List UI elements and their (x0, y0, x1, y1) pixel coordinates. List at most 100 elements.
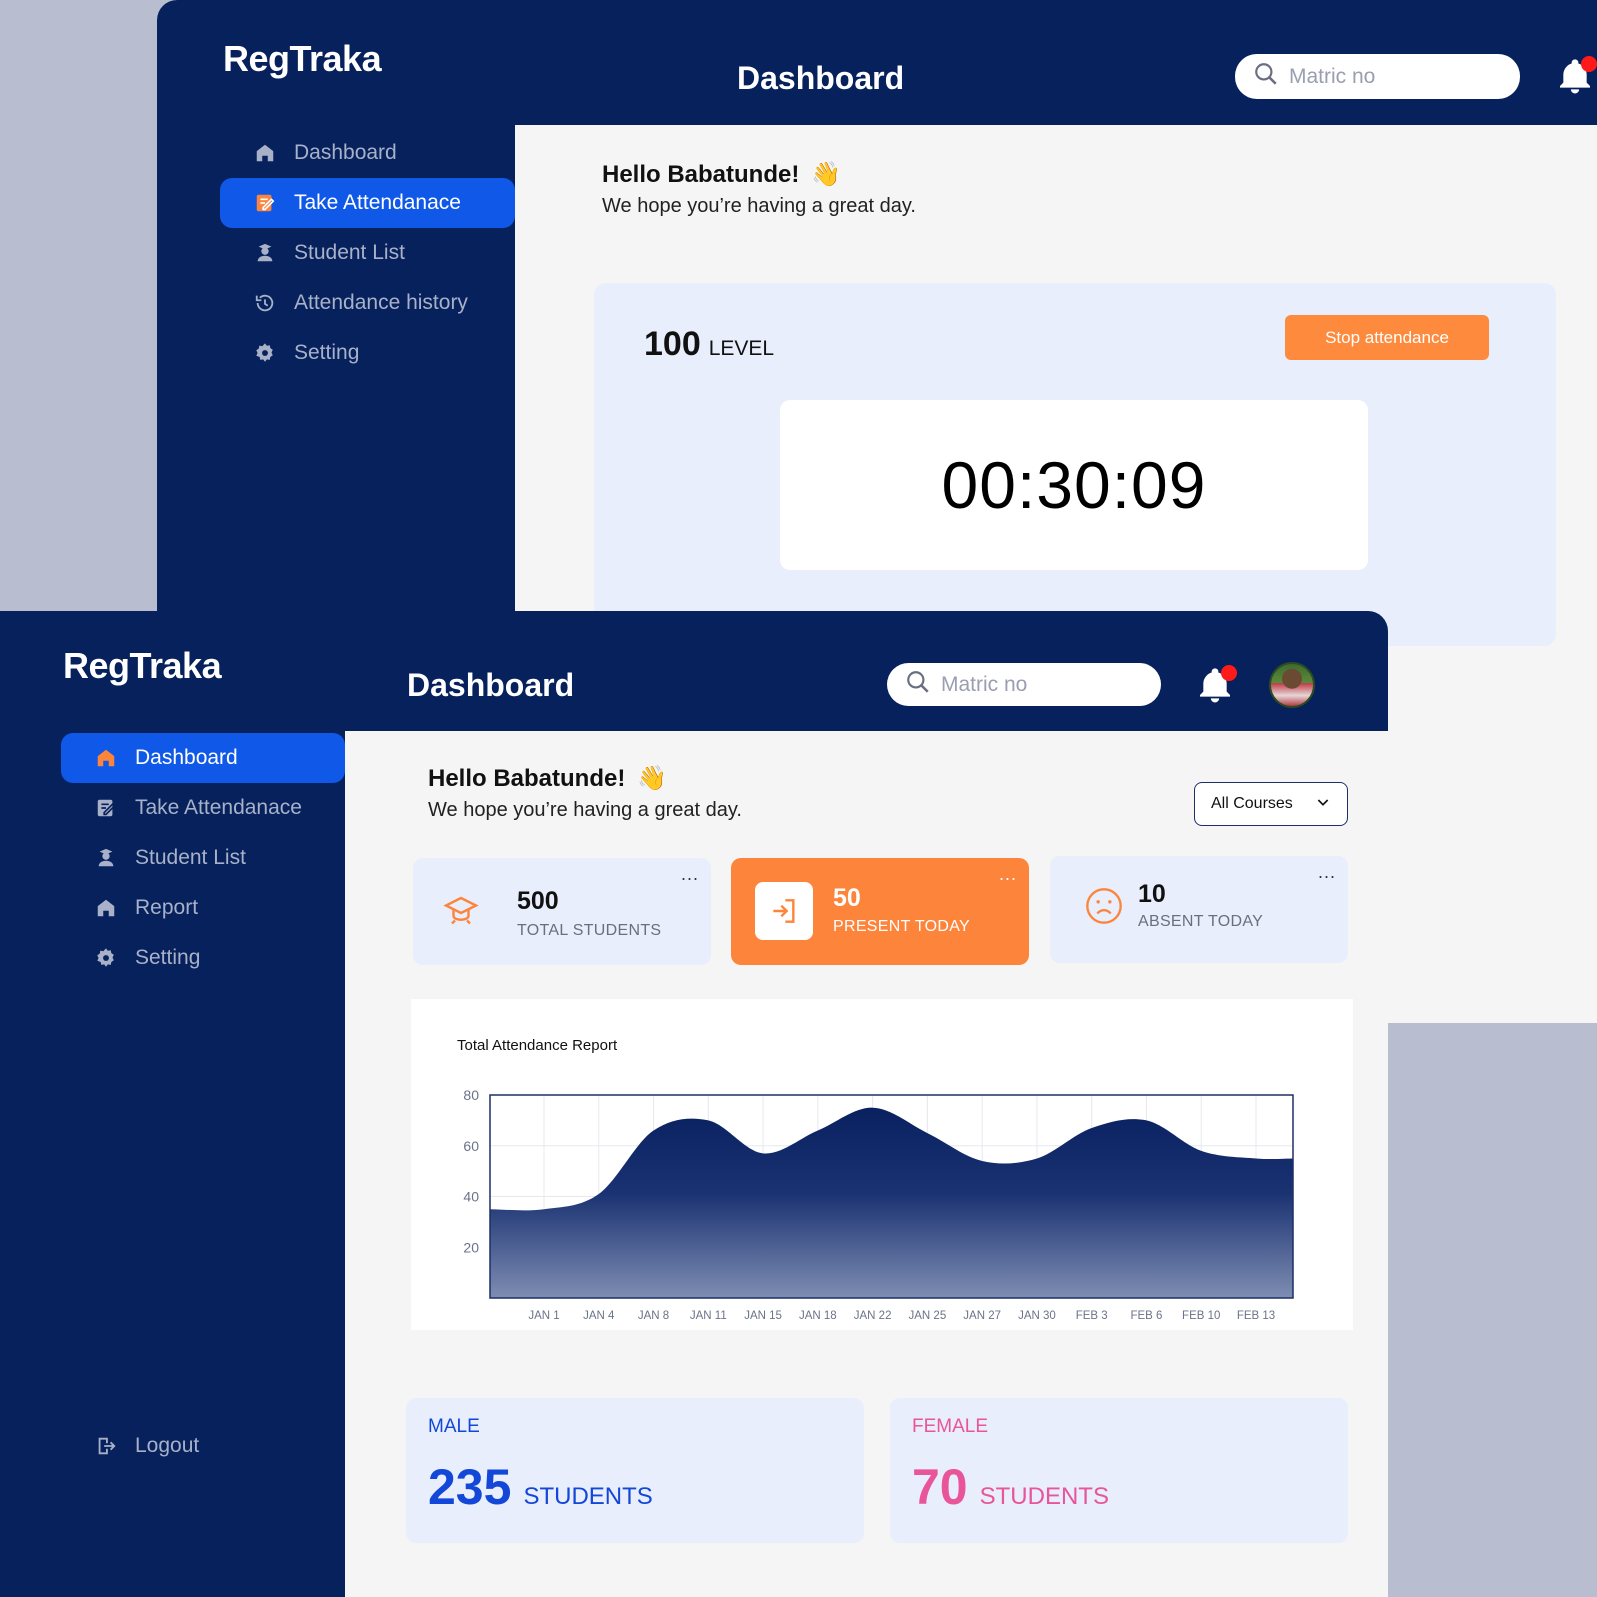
more-options-icon[interactable]: ... (1318, 862, 1336, 883)
sidebar-item-label: Report (135, 896, 199, 919)
sidebar-item-student-list[interactable]: Student List (220, 228, 515, 278)
stat-value: 50 (833, 884, 861, 912)
sidebar-item-label: Dashboard (294, 141, 397, 164)
female-count: 70 (912, 1459, 968, 1515)
sidebar-nav: Dashboard Take Attendanace Student List … (61, 733, 345, 983)
attendance-chart: 20 40 60 80 JAN 1 JAN 4 JAN 8 JAN 11 JAN 15 JAN 1… (463, 1087, 1294, 1322)
search-placeholder: Matric no (941, 672, 1028, 696)
more-options-icon[interactable]: ... (681, 864, 699, 885)
search-input[interactable]: Matric no (1235, 54, 1520, 99)
sidebar: RegTraka Dashboard Take Attendanace Stud… (0, 611, 345, 1597)
sidebar-nav: Dashboard Take Attendanace Student List … (220, 128, 515, 378)
notification-dot (1221, 665, 1237, 681)
sidebar-item-setting[interactable]: Setting (220, 328, 515, 378)
course-filter-value: All Courses (1211, 795, 1293, 812)
x-tick-label: JAN 4 (583, 1310, 615, 1322)
sidebar-item-dashboard[interactable]: Dashboard (220, 128, 515, 178)
stop-attendance-button[interactable]: Stop attendance (1285, 315, 1489, 360)
home-icon (95, 747, 117, 769)
level-text: LEVEL (708, 337, 775, 360)
y-tick-label: 20 (463, 1239, 479, 1255)
attendance-card: 100 LEVEL Stop attendance 00:30:09 (594, 283, 1556, 646)
wave-emoji: 👋 (637, 765, 668, 792)
female-label: FEMALE (912, 1416, 989, 1437)
logout-button[interactable]: Logout (61, 1421, 345, 1471)
x-tick-label: JAN 18 (799, 1310, 837, 1322)
course-filter-select[interactable]: All Courses (1194, 782, 1348, 826)
sidebar-item-take-attendance[interactable]: Take Attendanace (220, 178, 515, 228)
sidebar-item-label: Dashboard (135, 746, 238, 769)
gear-icon (254, 342, 276, 364)
avatar[interactable] (1269, 662, 1315, 708)
level-number: 100 (644, 325, 701, 363)
sidebar-item-label: Setting (294, 341, 360, 364)
sign-in-icon (755, 882, 813, 940)
y-tick-label: 40 (463, 1189, 479, 1205)
x-tick-label: JAN 27 (963, 1310, 1001, 1322)
x-tick-label: JAN 11 (690, 1310, 727, 1322)
x-tick-label: JAN 1 (528, 1310, 559, 1322)
greeting-title: Hello Babatunde! (602, 160, 800, 188)
female-unit: STUDENTS (979, 1483, 1109, 1510)
sidebar-item-label: Student List (135, 846, 246, 869)
student-icon (95, 847, 117, 869)
stat-value: 500 (517, 887, 559, 915)
sidebar-item-label: Attendance history (294, 291, 468, 314)
topbar: Dashboard Matric no (515, 0, 1597, 125)
sidebar-item-label: Setting (135, 946, 201, 969)
search-icon (905, 669, 931, 700)
brand-logo: RegTraka (63, 645, 222, 686)
stat-label: TOTAL STUDENTS (517, 922, 662, 939)
history-icon (254, 292, 276, 314)
sidebar-item-dashboard[interactable]: Dashboard (61, 733, 345, 783)
wave-emoji: 👋 (811, 161, 842, 188)
greeting-subtitle: We hope you’re having a great day. (428, 799, 742, 821)
x-tick-label: FEB 13 (1237, 1310, 1275, 1322)
brand-logo: RegTraka (223, 38, 382, 79)
logout-icon (95, 1435, 117, 1457)
home-icon (254, 142, 276, 164)
greeting-title: Hello Babatunde! (428, 764, 626, 792)
x-tick-label: JAN 8 (638, 1310, 669, 1322)
y-tick-label: 60 (463, 1138, 479, 1154)
topbar: Dashboard Matric no (345, 611, 1388, 731)
gear-icon (95, 947, 117, 969)
sidebar-item-attendance-history[interactable]: Attendance history (220, 278, 515, 328)
edit-document-icon (95, 797, 117, 819)
student-icon (254, 242, 276, 264)
attendance-timer: 00:30:09 (780, 400, 1368, 570)
level-label: 100 LEVEL (644, 325, 774, 364)
logout-nav: Logout (61, 1421, 345, 1471)
sidebar-item-label: Take Attendanace (294, 191, 461, 214)
search-placeholder: Matric no (1289, 64, 1376, 88)
search-input[interactable]: Matric no (887, 663, 1161, 706)
search-icon (1253, 61, 1279, 92)
sidebar-item-setting[interactable]: Setting (61, 933, 345, 983)
x-tick-label: FEB 10 (1182, 1310, 1220, 1322)
male-count: 235 (428, 1459, 512, 1515)
x-tick-label: JAN 25 (909, 1310, 947, 1322)
stat-label: ABSENT TODAY (1138, 913, 1264, 930)
more-options-icon[interactable]: ... (999, 864, 1017, 885)
notification-button[interactable] (1555, 56, 1597, 96)
notification-button[interactable] (1195, 665, 1237, 705)
home-icon (95, 897, 117, 919)
logout-label: Logout (135, 1434, 200, 1457)
greeting: Hello Babatunde! 👋 We hope you’re having … (428, 764, 742, 822)
present-today-card[interactable]: ... 50 PRESENT TODAY (731, 858, 1029, 965)
male-unit: STUDENTS (523, 1483, 653, 1510)
x-tick-label: JAN 22 (854, 1310, 892, 1322)
sad-face-icon (1084, 886, 1124, 931)
absent-today-card[interactable]: ... 10 ABSENT TODAY (1050, 856, 1348, 963)
total-students-card[interactable]: ... 500 TOTAL STUDENTS (413, 858, 711, 965)
notification-dot (1581, 56, 1597, 72)
graduation-cap-icon (443, 892, 479, 933)
sidebar-item-label: Student List (294, 241, 405, 264)
female-students-card: FEMALE 70 STUDENTS (890, 1398, 1348, 1543)
x-tick-label: JAN 30 (1018, 1310, 1056, 1322)
stat-label: PRESENT TODAY (833, 918, 970, 935)
sidebar-item-student-list[interactable]: Student List (61, 833, 345, 883)
greeting-subtitle: We hope you’re having a great day. (602, 195, 916, 217)
sidebar-item-report[interactable]: Report (61, 883, 345, 933)
sidebar-item-take-attendance[interactable]: Take Attendanace (61, 783, 345, 833)
